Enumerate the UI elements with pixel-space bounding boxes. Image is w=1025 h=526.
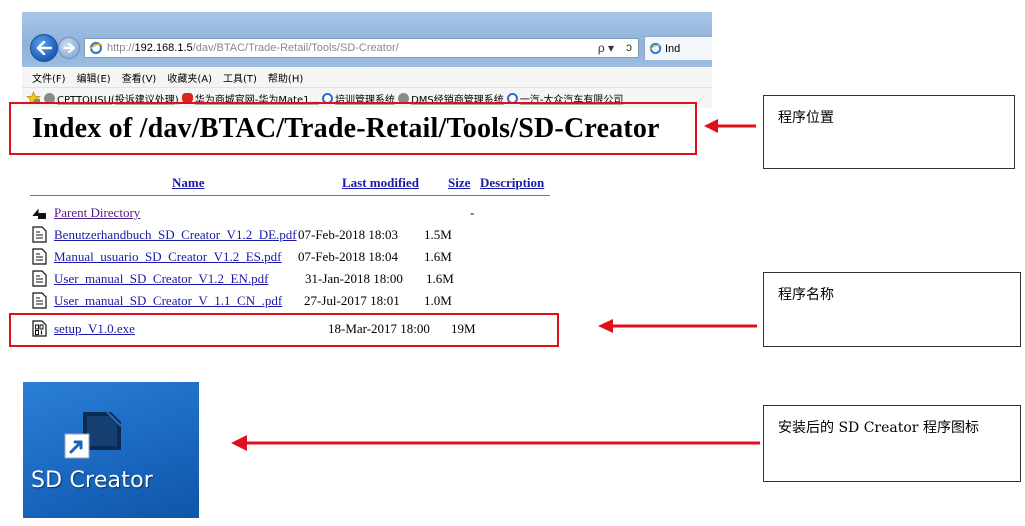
- location-note-text: 程序位置: [778, 110, 834, 126]
- file-icon: [32, 270, 47, 287]
- url-path: /dav/BTAC/Trade-Retail/Tools/SD-Creator/: [192, 42, 399, 54]
- tab-label: Ind: [665, 42, 681, 55]
- file-link[interactable]: Manual_usuario_SD_Creator_V1.2_ES.pdf: [54, 249, 281, 265]
- forward-button[interactable]: [58, 37, 80, 59]
- file-link[interactable]: User_manual_SD_Creator_V_1.1_CN_.pdf: [54, 293, 282, 309]
- back-button[interactable]: [30, 34, 58, 62]
- menu-view[interactable]: 查看(V): [122, 70, 157, 85]
- arrow-left-icon: [704, 119, 756, 133]
- column-last-modified[interactable]: Last modified: [342, 175, 419, 191]
- ie-tab-icon: [649, 42, 662, 55]
- file-size: -: [470, 205, 475, 220]
- file-date: 31-Jan-2018 18:00: [305, 271, 403, 286]
- table-row: Benutzerhandbuch_SD_Creator_V1.2_DE.pdf …: [30, 224, 560, 246]
- desktop-shortcut[interactable]: SD Creator: [23, 382, 199, 518]
- arrow-left-icon: [598, 319, 757, 333]
- icon-note-box: 安装后的 SD Creator 程序图标: [763, 405, 1021, 482]
- menu-bar: 文件(F) 编辑(E) 查看(V) 收藏夹(A) 工具(T) 帮助(H): [22, 67, 712, 87]
- search-icon[interactable]: ρ ▾: [598, 41, 614, 55]
- ie-page-icon: [89, 41, 103, 55]
- url-host: 192.168.1.5: [134, 42, 193, 54]
- file-size: 1.6M: [426, 271, 454, 286]
- file-icon: [32, 248, 47, 265]
- arrow-left-icon: [231, 435, 760, 451]
- file-date: 27-Jul-2017 18:01: [304, 293, 400, 308]
- browser-titlebar: http://192.168.1.5/dav/BTAC/Trade-Retail…: [22, 12, 712, 67]
- header-divider: [30, 195, 550, 196]
- arrow-right-icon: [63, 43, 75, 53]
- browser-window: http://192.168.1.5/dav/BTAC/Trade-Retail…: [22, 12, 712, 108]
- file-size: 1.0M: [424, 293, 452, 308]
- back-folder-icon: [32, 208, 46, 219]
- column-size[interactable]: Size: [448, 175, 470, 191]
- file-icon: [32, 226, 47, 243]
- shortcut-label: SD Creator: [31, 468, 153, 493]
- menu-file[interactable]: 文件(F): [32, 70, 66, 85]
- location-note-box: 程序位置: [763, 95, 1015, 169]
- table-row: User_manual_SD_Creator_V_1.1_CN_.pdf 27-…: [30, 290, 560, 312]
- column-name[interactable]: Name: [172, 175, 205, 191]
- name-note-box: 程序名称: [763, 272, 1021, 347]
- setup-row-highlight-frame: [9, 313, 559, 347]
- file-size: 1.6M: [424, 249, 452, 264]
- menu-tools[interactable]: 工具(T): [223, 70, 257, 85]
- file-size: 1.5M: [424, 227, 452, 242]
- menu-favorites[interactable]: 收藏夹(A): [167, 70, 212, 85]
- menu-edit[interactable]: 编辑(E): [77, 70, 111, 85]
- column-description[interactable]: Description: [480, 175, 544, 191]
- address-bar[interactable]: http://192.168.1.5/dav/BTAC/Trade-Retail…: [84, 38, 639, 58]
- table-row: Parent Directory -: [30, 202, 560, 224]
- url-text[interactable]: http://192.168.1.5/dav/BTAC/Trade-Retail…: [107, 42, 399, 54]
- url-scheme: http://: [107, 42, 135, 54]
- file-date: 07-Feb-2018 18:04: [298, 249, 399, 264]
- menu-help[interactable]: 帮助(H): [268, 70, 303, 85]
- table-row: Manual_usuario_SD_Creator_V1.2_ES.pdf 07…: [30, 246, 560, 268]
- file-link[interactable]: User_manual_SD_Creator_V1.2_EN.pdf: [54, 271, 268, 287]
- table-row: User_manual_SD_Creator_V1.2_EN.pdf 31-Ja…: [30, 268, 560, 290]
- refresh-icon[interactable]: ↄ: [626, 40, 632, 54]
- name-note-text: 程序名称: [778, 287, 834, 303]
- heading-highlight-frame: [9, 102, 697, 155]
- file-icon: [32, 292, 47, 309]
- file-date: 07-Feb-2018 18:03: [298, 227, 399, 242]
- sd-creator-app-icon: [64, 411, 122, 459]
- icon-note-text: 安装后的 SD Creator 程序图标: [778, 420, 979, 436]
- file-link[interactable]: Parent Directory: [54, 205, 140, 221]
- arrow-left-icon: [36, 41, 52, 55]
- browser-tab[interactable]: Ind: [644, 36, 712, 60]
- file-link[interactable]: Benutzerhandbuch_SD_Creator_V1.2_DE.pdf: [54, 227, 297, 243]
